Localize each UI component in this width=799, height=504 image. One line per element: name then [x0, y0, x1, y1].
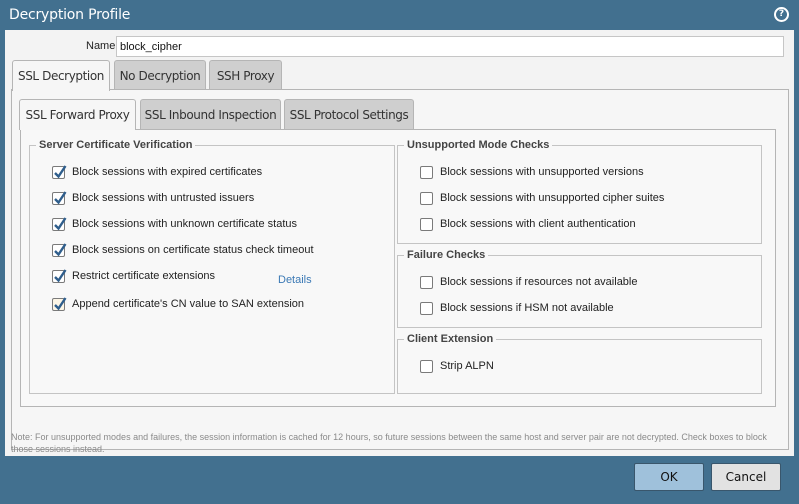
- checkbox-label: Restrict certificate extensions: [72, 270, 216, 282]
- client-extension-legend: Client Extension: [404, 333, 497, 345]
- failure-checks-group: Failure Checks Block sessions if resourc…: [397, 249, 762, 328]
- unsupported-mode-legend: Unsupported Mode Checks: [404, 139, 553, 151]
- help-symbol: ?: [776, 9, 787, 20]
- checkbox-row[interactable]: Block sessions with unsupported cipher s…: [420, 190, 664, 206]
- tab-no-decryption[interactable]: No Decryption: [114, 60, 206, 90]
- checkbox-row[interactable]: Append certificate's CN value to SAN ext…: [52, 296, 304, 312]
- checkbox-label: Strip ALPN: [440, 360, 494, 372]
- checkbox-unchecked[interactable]: [420, 275, 433, 289]
- dialog-body: Name SSL Decryption No Decryption SSH Pr…: [5, 30, 794, 456]
- checkbox-unchecked[interactable]: [420, 165, 433, 179]
- tab-ssl-forward-proxy[interactable]: SSL Forward Proxy: [19, 99, 136, 130]
- checkbox-row[interactable]: Block sessions with unsupported versions: [420, 164, 644, 180]
- name-label: Name: [86, 40, 116, 52]
- dialog-title: Decryption Profile: [9, 7, 131, 23]
- checkbox-label: Block sessions with unsupported versions: [440, 166, 644, 178]
- checkbox-row[interactable]: Block sessions on certificate status che…: [52, 242, 314, 258]
- ok-button[interactable]: OK: [634, 463, 704, 491]
- name-input[interactable]: [116, 36, 784, 57]
- ssl-forward-proxy-panel: Server Certificate Verification Block se…: [20, 129, 776, 407]
- checkbox-unchecked[interactable]: [420, 359, 433, 373]
- checkbox-unchecked[interactable]: [420, 301, 433, 315]
- tab-ssh-proxy[interactable]: SSH Proxy: [209, 60, 282, 90]
- checkbox-row[interactable]: Block sessions if HSM not available: [420, 300, 614, 316]
- checkbox-checked[interactable]: [52, 242, 67, 257]
- checkbox-unchecked[interactable]: [420, 191, 433, 205]
- checkbox-row[interactable]: Block sessions with expired certificates: [52, 164, 262, 180]
- checkbox-label: Block sessions if resources not availabl…: [440, 276, 638, 288]
- footer-note: Note: For unsupported modes and failures…: [11, 432, 767, 454]
- tab-ssl-inbound-inspection[interactable]: SSL Inbound Inspection: [140, 99, 281, 129]
- checkbox-row[interactable]: Strip ALPN: [420, 358, 494, 374]
- details-link[interactable]: Details: [278, 274, 312, 286]
- checkbox-row[interactable]: Block sessions with untrusted issuers: [52, 190, 254, 206]
- checkbox-row[interactable]: Block sessions with client authenticatio…: [420, 216, 636, 232]
- checkbox-checked[interactable]: [52, 190, 67, 205]
- checkbox-label: Block sessions with expired certificates: [72, 166, 263, 178]
- checkbox-label: Block sessions with untrusted issuers: [72, 192, 255, 204]
- help-icon[interactable]: ?: [774, 7, 789, 22]
- tab-ssl-decryption[interactable]: SSL Decryption: [12, 60, 110, 91]
- checkbox-unchecked[interactable]: [420, 217, 433, 231]
- failure-checks-legend: Failure Checks: [404, 249, 489, 261]
- unsupported-mode-group: Unsupported Mode Checks Block sessions w…: [397, 139, 762, 244]
- checkbox-label: Block sessions if HSM not available: [440, 302, 614, 314]
- title-bar: Decryption Profile ?: [0, 0, 799, 30]
- checkbox-label: Block sessions with client authenticatio…: [440, 218, 636, 230]
- checkbox-label: Append certificate's CN value to SAN ext…: [72, 298, 304, 310]
- checkbox-row[interactable]: Block sessions with unknown certificate …: [52, 216, 297, 232]
- checkbox-checked[interactable]: [52, 268, 67, 283]
- client-extension-group: Client Extension Strip ALPN: [397, 333, 762, 394]
- checkbox-label: Block sessions on certificate status che…: [72, 244, 314, 256]
- checkbox-label: Block sessions with unknown certificate …: [72, 218, 297, 230]
- checkbox-label: Block sessions with unsupported cipher s…: [440, 192, 665, 204]
- tab-ssl-protocol-settings[interactable]: SSL Protocol Settings: [284, 99, 414, 129]
- server-certificate-group: Server Certificate Verification Block se…: [29, 139, 395, 394]
- ssl-decryption-panel: SSL Forward Proxy SSL Inbound Inspection…: [11, 89, 789, 450]
- checkbox-checked[interactable]: [52, 216, 67, 231]
- server-certificate-legend: Server Certificate Verification: [36, 139, 196, 151]
- cancel-button[interactable]: Cancel: [711, 463, 781, 491]
- checkbox-row[interactable]: Restrict certificate extensions: [52, 268, 215, 284]
- checkbox-row[interactable]: Block sessions if resources not availabl…: [420, 274, 637, 290]
- checkbox-checked[interactable]: [52, 164, 67, 179]
- checkbox-checked[interactable]: [52, 296, 67, 311]
